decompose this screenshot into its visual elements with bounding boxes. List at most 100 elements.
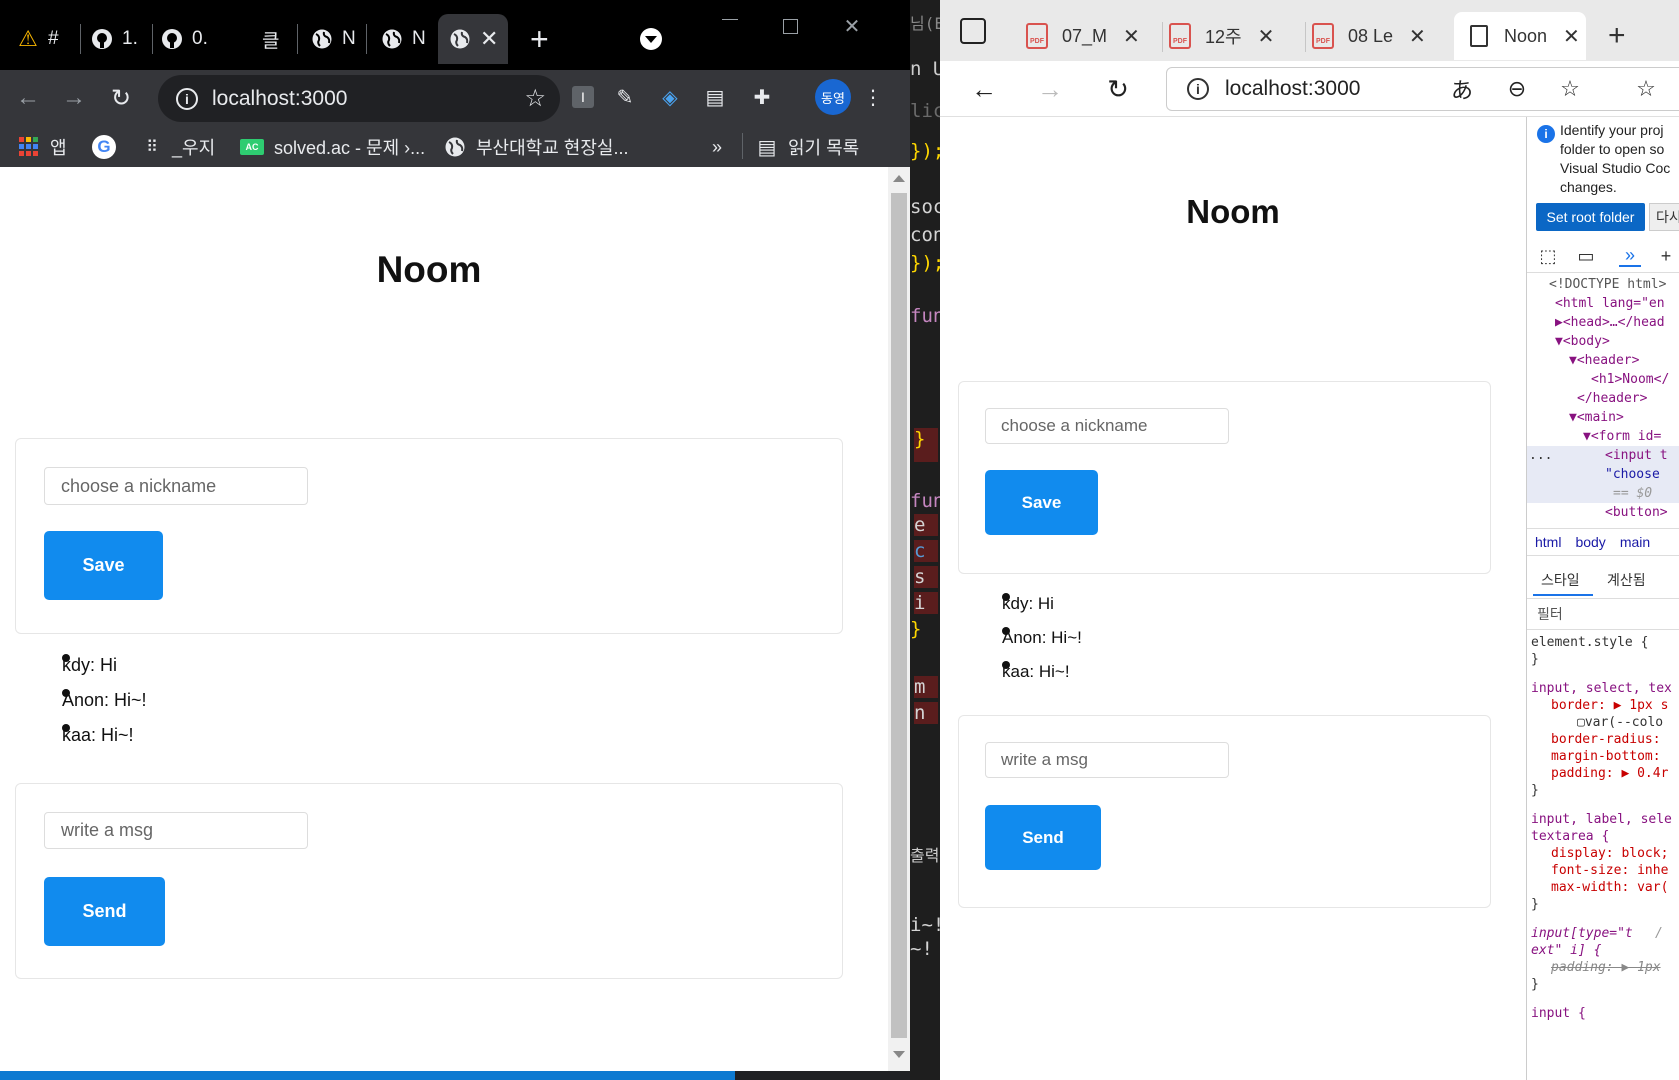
forward-button[interactable]: → — [56, 80, 92, 116]
reload-button[interactable]: ↻ — [103, 80, 139, 116]
bookmark-google[interactable]: G — [92, 133, 126, 161]
tab-actions-icon[interactable] — [960, 18, 986, 44]
tab-pdf-08[interactable]: PDF 08 Le ✕ — [1312, 12, 1426, 60]
save-button[interactable]: Save — [44, 531, 163, 600]
crumb-item[interactable]: html — [1535, 534, 1561, 550]
layers-icon[interactable]: ◈ — [655, 82, 685, 112]
star-icon[interactable]: ☆ — [524, 84, 546, 113]
dom-node-selected[interactable]: ... <input t — [1527, 446, 1679, 465]
nickname-input[interactable]: choose a nickname — [44, 467, 308, 505]
dom-node[interactable]: <!DOCTYPE html> — [1527, 275, 1679, 294]
dom-node[interactable]: ▼<main> — [1527, 408, 1679, 427]
close-tab-icon[interactable]: ✕ — [480, 26, 498, 52]
more-tabs-icon[interactable]: » — [1619, 245, 1641, 267]
save-button[interactable]: Save — [985, 470, 1098, 535]
info-icon[interactable]: i — [176, 87, 198, 110]
bookmark-solvedac[interactable]: AC solved.ac - 문제 ›... — [240, 133, 425, 161]
set-root-folder-button[interactable]: Set root folder — [1536, 203, 1645, 231]
tab-0[interactable]: ⚠ # — [16, 14, 76, 64]
info-icon[interactable]: i — [1187, 78, 1209, 100]
crumb-item[interactable]: main — [1620, 534, 1650, 550]
maximize-button[interactable] — [760, 6, 820, 46]
page-icon — [1470, 25, 1488, 47]
dom-node[interactable]: ▼<form id= — [1527, 427, 1679, 446]
tab-2[interactable]: 0. — [160, 14, 220, 64]
message-form: write a msg Send — [958, 715, 1491, 908]
dom-node[interactable]: </header> — [1527, 389, 1679, 408]
tab-active-noom[interactable]: ✕ — [438, 14, 508, 64]
bookmark-apps[interactable]: 앱 — [18, 133, 67, 161]
add-tab-icon[interactable]: + — [1655, 245, 1677, 267]
reading-list-icon: ▤ — [757, 136, 777, 159]
back-button[interactable]: ← — [966, 71, 1002, 107]
tab-search-button[interactable] — [640, 14, 670, 64]
puzzle-icon[interactable]: ✚ — [747, 82, 777, 112]
code-fragment: }); — [910, 140, 940, 162]
tab-computed[interactable]: 계산됨 — [1607, 570, 1646, 590]
solvedac-icon: AC — [240, 139, 264, 155]
tab-active-noom[interactable]: Noon ✕ — [1454, 12, 1586, 60]
close-window-button[interactable]: ✕ — [822, 6, 882, 46]
send-button[interactable]: Send — [44, 877, 165, 946]
code-fragment: 님(E) — [910, 14, 940, 33]
tab-3[interactable]: 클 — [262, 14, 292, 64]
new-tab-button[interactable]: + — [1608, 12, 1626, 60]
tab-4[interactable]: N — [310, 14, 360, 64]
add-favorite-icon[interactable]: ☆ — [1554, 73, 1586, 105]
new-tab-button[interactable]: + — [530, 14, 560, 64]
styles-filter-input[interactable]: 필터 — [1527, 598, 1679, 630]
read-aloud-icon[interactable]: あ — [1446, 73, 1478, 105]
close-tab-icon[interactable]: ✕ — [1123, 24, 1140, 49]
tab-1[interactable]: 1. — [90, 14, 150, 64]
tab-5[interactable]: N — [380, 14, 430, 64]
left-browser-window: ⚠ # 1. 0. 클 N N ✕ + ✕ ← → ↻ i localhost:… — [0, 0, 915, 1080]
style-rule: textarea { — [1531, 829, 1610, 844]
tab-pdf-07[interactable]: PDF 07_M ✕ — [1026, 12, 1140, 60]
scrollbar-thumb[interactable] — [891, 193, 907, 1038]
style-rule: font-size: inhe — [1551, 863, 1669, 878]
zoom-out-icon[interactable]: ⊖ — [1501, 73, 1533, 105]
reload-button[interactable]: ↻ — [1100, 71, 1136, 107]
dom-node[interactable]: <h1>Noom</ — [1527, 370, 1679, 389]
close-tab-icon[interactable]: ✕ — [1258, 24, 1275, 49]
profile-avatar[interactable]: 동영 — [815, 79, 851, 115]
back-button[interactable]: ← — [10, 80, 46, 116]
dom-node[interactable]: ▼<header> — [1527, 351, 1679, 370]
document-icon[interactable]: ▤ — [700, 82, 730, 112]
send-button[interactable]: Send — [985, 805, 1101, 870]
scroll-down-icon[interactable] — [893, 1051, 905, 1058]
dom-node[interactable]: ▶<head>…</head — [1527, 313, 1679, 332]
favorites-icon[interactable]: ☆ — [1630, 73, 1662, 105]
tab-pdf-12[interactable]: PDF 12주 ✕ — [1169, 12, 1274, 60]
minimize-button[interactable] — [700, 6, 760, 46]
globe-icon — [310, 27, 334, 51]
forward-button[interactable]: → — [1032, 71, 1068, 107]
dom-node[interactable]: <html lang="en — [1527, 294, 1679, 313]
device-toolbar-icon[interactable]: ▭ — [1575, 245, 1597, 267]
page-scrollbar[interactable] — [888, 167, 910, 1071]
more-menu-icon[interactable]: ⋮ — [858, 82, 888, 112]
dom-node[interactable]: <button> — [1527, 503, 1679, 522]
scroll-up-icon[interactable] — [893, 175, 905, 182]
bookmark-woozi[interactable]: ⠿ _우지 — [140, 133, 215, 161]
inspect-icon[interactable]: ⬚ — [1537, 245, 1559, 267]
pen-icon[interactable]: ✎ — [610, 82, 640, 112]
message-input[interactable]: write a msg — [985, 742, 1229, 778]
close-tab-icon[interactable]: ✕ — [1563, 24, 1580, 49]
bookmarks-overflow[interactable]: » — [712, 133, 722, 161]
address-bar[interactable]: i localhost:3000 — [1166, 67, 1679, 111]
address-bar[interactable]: i localhost:3000 ☆ — [158, 75, 560, 122]
reading-list[interactable]: ▤ 읽기 목록 — [756, 133, 860, 161]
bookmark-pusan[interactable]: 부산대학교 현장실... — [444, 133, 628, 161]
nickname-input[interactable]: choose a nickname — [985, 408, 1229, 444]
extension-i-icon[interactable]: I — [568, 82, 598, 112]
dom-node[interactable]: ▼<body> — [1527, 332, 1679, 351]
tab-styles[interactable]: 스타일 — [1541, 570, 1580, 590]
close-tab-icon[interactable]: ✕ — [1409, 24, 1426, 49]
code-fragment: } — [914, 428, 938, 462]
nickname-form: choose a nickname Save — [15, 438, 843, 634]
dismiss-button[interactable]: 다시 — [1649, 203, 1679, 231]
dom-node-selected[interactable]: "choose — [1527, 465, 1679, 484]
crumb-item[interactable]: body — [1575, 534, 1605, 550]
message-input[interactable]: write a msg — [44, 812, 308, 849]
